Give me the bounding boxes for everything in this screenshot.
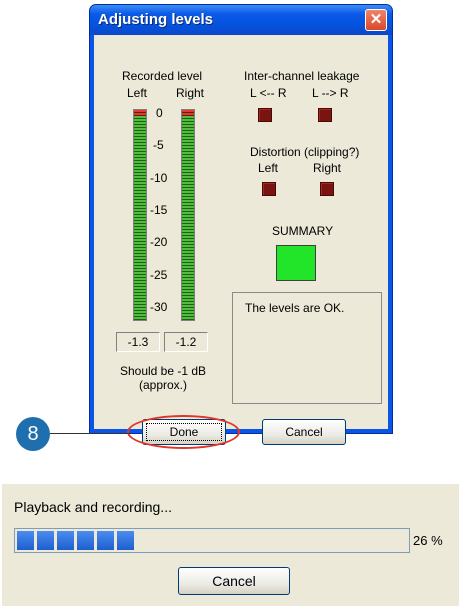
callout-connector-line — [50, 433, 132, 434]
progress-segment — [37, 531, 54, 550]
progress-percent: 26 % — [413, 533, 443, 548]
should-be-text: Should be -1 dB — [119, 364, 207, 378]
adjusting-levels-dialog: Adjusting levels ✕ Recorded level Left R… — [89, 4, 393, 445]
dialog-title: Adjusting levels — [98, 11, 214, 28]
leakage-label: Inter-channel leakage — [244, 69, 360, 83]
step-badge: 8 — [16, 417, 50, 451]
right-level-value: -1.2 — [164, 332, 208, 352]
scale-tick-label: -5 — [153, 138, 164, 153]
progress-bar — [14, 528, 410, 553]
summary-indicator — [276, 245, 316, 281]
recorded-level-label: Recorded level — [122, 69, 203, 83]
left-level-meter — [133, 109, 147, 321]
leak-l-label: L <-- R — [250, 86, 287, 100]
dialog-client-area: Recorded level Left Right 0 -5 -10 -15 -20 -2… — [94, 35, 388, 445]
scale-tick-label: -10 — [150, 170, 168, 185]
scale-tick-label: -25 — [150, 267, 168, 282]
progress-title: Playback and recording... — [14, 499, 172, 515]
scale-tick-label: 0 — [156, 106, 163, 120]
right-level-meter — [181, 109, 195, 321]
scale-tick-label: -20 — [150, 235, 168, 250]
distortion-right-label: Right — [313, 161, 342, 175]
distortion-right-indicator — [320, 182, 334, 196]
progress-cancel-label: Cancel — [212, 573, 256, 589]
status-message: The levels are OK. — [245, 301, 345, 315]
right-meter-peak — [182, 110, 194, 116]
progress-dialog: Playback and recording... 26 % Cancel — [2, 484, 459, 606]
done-highlight-ellipse — [127, 415, 240, 449]
title-bar[interactable]: Adjusting levels ✕ — [90, 5, 392, 35]
progress-segment — [77, 531, 94, 550]
progress-segment — [57, 531, 74, 550]
distortion-left-label: Left — [258, 161, 279, 175]
leak-r-label: L --> R — [312, 86, 349, 100]
scale-tick-label: -15 — [150, 203, 168, 217]
meter-left-label: Left — [127, 86, 148, 100]
close-icon[interactable]: ✕ — [365, 9, 387, 31]
left-level-value: -1.3 — [116, 332, 160, 352]
approx-text: (approx.) — [138, 378, 188, 392]
distortion-label: Distortion (clipping?) — [250, 145, 360, 159]
scale-tick-label: -30 — [150, 300, 168, 314]
cancel-button-label: Cancel — [285, 425, 323, 439]
cancel-button[interactable]: Cancel — [262, 419, 346, 445]
leak-l-indicator — [258, 108, 272, 122]
progress-segment — [97, 531, 114, 550]
progress-segment — [117, 531, 134, 550]
leak-r-indicator — [318, 108, 332, 122]
progress-segment — [17, 531, 34, 550]
progress-cancel-button[interactable]: Cancel — [178, 567, 290, 595]
meter-right-label: Right — [176, 86, 205, 100]
status-message-box: The levels are OK. — [232, 292, 382, 404]
left-meter-peak — [134, 110, 146, 116]
distortion-left-indicator — [262, 182, 276, 196]
summary-label: SUMMARY — [272, 224, 334, 238]
